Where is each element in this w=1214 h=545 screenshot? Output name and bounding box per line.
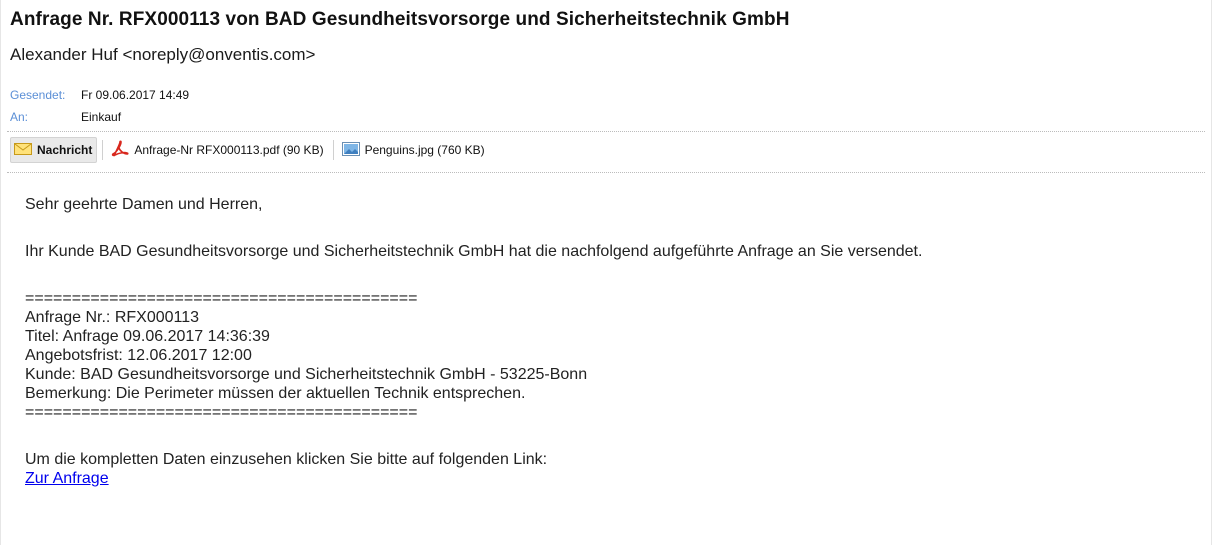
email-subject: Anfrage Nr. RFX000113 von BAD Gesundheit… bbox=[10, 9, 790, 30]
to-label: An: bbox=[10, 110, 29, 124]
envelope-icon bbox=[14, 142, 32, 159]
detail-line: Titel: Anfrage 09.06.2017 14:36:39 bbox=[25, 328, 270, 345]
intro-text: Ihr Kunde BAD Gesundheitsvorsorge und Si… bbox=[25, 243, 923, 260]
request-link[interactable]: Zur Anfrage bbox=[25, 470, 109, 487]
email-sender[interactable]: Alexander Huf <noreply@onventis.com> bbox=[10, 45, 315, 65]
detail-line: Bemerkung: Die Perimeter müssen der aktu… bbox=[25, 385, 526, 402]
attachment-image[interactable]: Penguins.jpg (760 KB) bbox=[339, 138, 489, 162]
sent-row: Gesendet: Fr 09.06.2017 14:49 bbox=[10, 88, 189, 102]
attachment-separator bbox=[102, 140, 104, 160]
attachment-message[interactable]: Nachricht bbox=[10, 137, 98, 163]
to-value[interactable]: Einkauf bbox=[81, 110, 121, 124]
pdf-icon bbox=[111, 139, 129, 161]
email-body: Sehr geehrte Damen und Herren, Ihr Kunde… bbox=[25, 195, 922, 488]
detail-line: Anfrage Nr.: RFX000113 bbox=[25, 309, 200, 326]
attachment-pdf[interactable]: Anfrage-Nr RFX000113.pdf (90 KB) bbox=[108, 138, 327, 162]
attachment-pdf-label: Anfrage-Nr RFX000113.pdf (90 KB) bbox=[134, 143, 324, 157]
image-icon bbox=[341, 141, 360, 160]
sent-value: Fr 09.06.2017 14:49 bbox=[81, 88, 190, 102]
attachment-bar: Nachricht Anfrage-Nr RFX000113.pdf (90 K… bbox=[10, 136, 489, 164]
detail-line: Angebotsfrist: 12.06.2017 12:00 bbox=[25, 347, 252, 364]
sent-label: Gesendet: bbox=[10, 88, 66, 102]
attachment-message-label: Nachricht bbox=[37, 143, 93, 157]
separator-line: ========================================… bbox=[25, 290, 418, 307]
detail-line: Kunde: BAD Gesundheitsvorsorge und Siche… bbox=[25, 366, 588, 383]
attachment-image-label: Penguins.jpg (760 KB) bbox=[364, 143, 485, 157]
header-divider bbox=[7, 131, 1205, 132]
outro-text: Um die kompletten Daten einzusehen klick… bbox=[25, 451, 548, 468]
attachment-divider bbox=[7, 172, 1205, 173]
greeting: Sehr geehrte Damen und Herren, bbox=[25, 196, 263, 213]
email-reading-pane: Anfrage Nr. RFX000113 von BAD Gesundheit… bbox=[0, 0, 1212, 545]
to-row: An: Einkauf bbox=[10, 110, 121, 124]
attachment-separator bbox=[332, 140, 334, 160]
separator-line: ========================================… bbox=[25, 404, 418, 421]
